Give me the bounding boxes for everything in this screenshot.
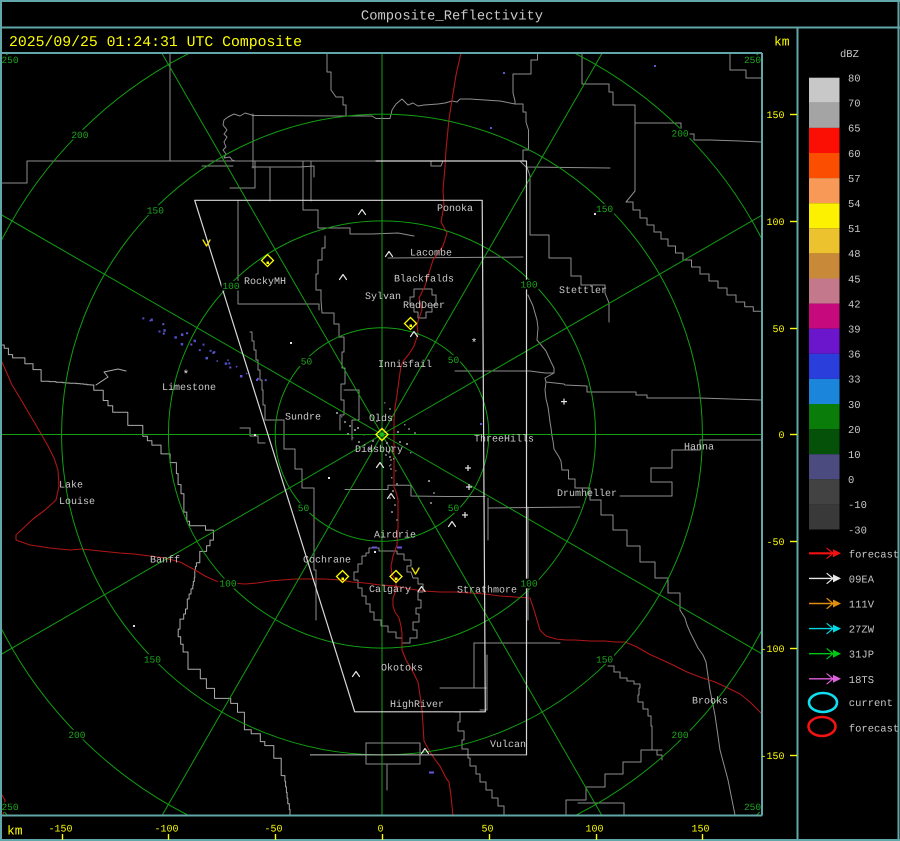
svg-text:70: 70: [848, 99, 861, 111]
svg-text:30: 30: [848, 400, 861, 412]
svg-text:250: 250: [1, 802, 18, 813]
svg-text:forecast: forecast: [849, 549, 899, 561]
svg-text:Hanna: Hanna: [684, 443, 714, 454]
svg-text:27ZW: 27ZW: [849, 625, 875, 637]
svg-text:250: 250: [744, 802, 761, 813]
svg-text:50: 50: [481, 825, 493, 836]
svg-text:18TS: 18TS: [849, 675, 874, 687]
svg-text:-10: -10: [848, 500, 867, 512]
svg-text:Louise: Louise: [59, 496, 95, 508]
svg-text:50: 50: [772, 325, 784, 336]
svg-text:0: 0: [848, 475, 854, 487]
svg-text:48: 48: [848, 249, 861, 261]
svg-text:111V: 111V: [849, 600, 875, 612]
svg-text:57: 57: [848, 174, 861, 186]
svg-text:65: 65: [848, 124, 861, 136]
svg-text:-50: -50: [264, 825, 282, 836]
svg-text:Cochrane: Cochrane: [303, 555, 351, 567]
svg-text:50: 50: [298, 503, 310, 514]
svg-text:Ponoka: Ponoka: [437, 203, 473, 215]
svg-text:Didsbury: Didsbury: [355, 444, 403, 456]
svg-text:-100: -100: [760, 645, 784, 656]
svg-text:dBZ: dBZ: [840, 49, 859, 61]
svg-text:*: *: [183, 370, 190, 382]
svg-text:200: 200: [68, 730, 85, 741]
svg-text:-50: -50: [766, 538, 784, 549]
svg-text:0: 0: [778, 431, 784, 442]
svg-text:forecast: forecast: [849, 724, 899, 736]
svg-text:51: 51: [848, 224, 861, 236]
svg-text:Lacombe: Lacombe: [410, 248, 452, 260]
svg-text:Sundre: Sundre: [285, 412, 321, 424]
svg-text:09EA: 09EA: [849, 574, 875, 586]
svg-text:Composite_Reflectivity: Composite_Reflectivity: [361, 10, 543, 25]
svg-text:100: 100: [222, 281, 239, 292]
svg-text:Olds: Olds: [369, 413, 393, 425]
svg-text:Stettler: Stettler: [559, 285, 607, 297]
svg-text:Okotoks: Okotoks: [381, 663, 423, 675]
svg-text:current: current: [849, 698, 893, 710]
svg-text:Limestone: Limestone: [162, 382, 216, 394]
svg-text:ThreeHills: ThreeHills: [474, 434, 534, 446]
svg-text:200: 200: [672, 730, 689, 741]
svg-text:150: 150: [596, 204, 613, 215]
svg-text:Brooks: Brooks: [692, 696, 728, 708]
svg-text:150: 150: [144, 654, 161, 665]
svg-text:Blackfalds: Blackfalds: [394, 274, 454, 286]
svg-text:50: 50: [301, 356, 313, 367]
svg-text:Strathmore: Strathmore: [457, 585, 517, 597]
svg-text:36: 36: [848, 350, 861, 362]
svg-text:250: 250: [744, 55, 761, 66]
svg-text:Innisfail: Innisfail: [378, 359, 432, 371]
svg-text:150: 150: [596, 654, 613, 665]
svg-text:150: 150: [147, 205, 164, 216]
svg-text:RedDeer: RedDeer: [403, 300, 445, 312]
svg-text:200: 200: [71, 130, 88, 141]
svg-text:50: 50: [448, 355, 460, 366]
svg-text:Airdrie: Airdrie: [374, 530, 416, 542]
svg-text:54: 54: [848, 199, 861, 211]
svg-text:Sylvan: Sylvan: [365, 291, 401, 303]
svg-text:Calgary: Calgary: [369, 584, 411, 596]
svg-text:31JP: 31JP: [849, 650, 874, 662]
svg-text:Vulcan: Vulcan: [490, 739, 526, 751]
svg-text:RockyMH: RockyMH: [244, 276, 286, 288]
svg-text:*: *: [471, 338, 478, 350]
svg-text:150: 150: [766, 111, 784, 122]
svg-text:HighRiver: HighRiver: [390, 699, 444, 711]
svg-text:0: 0: [377, 825, 383, 836]
svg-text:-30: -30: [848, 525, 867, 537]
svg-text:20: 20: [848, 425, 861, 437]
svg-text:100: 100: [766, 218, 784, 229]
svg-text:Drumheller: Drumheller: [557, 488, 617, 500]
svg-text:100: 100: [520, 579, 537, 590]
svg-text:100: 100: [219, 579, 236, 590]
svg-text:60: 60: [848, 149, 861, 161]
svg-text:200: 200: [672, 129, 689, 140]
svg-text:Lake: Lake: [59, 480, 83, 492]
svg-text:80: 80: [848, 74, 861, 86]
svg-text:-100: -100: [154, 825, 178, 836]
svg-text:10: 10: [848, 450, 861, 462]
svg-text:45: 45: [848, 274, 861, 286]
svg-text:100: 100: [520, 280, 537, 291]
svg-text:39: 39: [848, 325, 861, 337]
svg-text:-150: -150: [48, 825, 72, 836]
svg-text:100: 100: [585, 825, 603, 836]
svg-text:42: 42: [848, 299, 861, 311]
svg-text:50: 50: [448, 503, 460, 514]
svg-text:-150: -150: [760, 752, 784, 763]
svg-text:Banff: Banff: [150, 555, 180, 567]
svg-text:km: km: [7, 824, 23, 839]
svg-text:33: 33: [848, 375, 861, 387]
svg-text:2025/09/25 01:24:31 UTC Compos: 2025/09/25 01:24:31 UTC Composite: [9, 35, 302, 51]
svg-text:250: 250: [1, 55, 18, 66]
svg-text:km: km: [774, 35, 790, 50]
svg-text:150: 150: [691, 825, 709, 836]
